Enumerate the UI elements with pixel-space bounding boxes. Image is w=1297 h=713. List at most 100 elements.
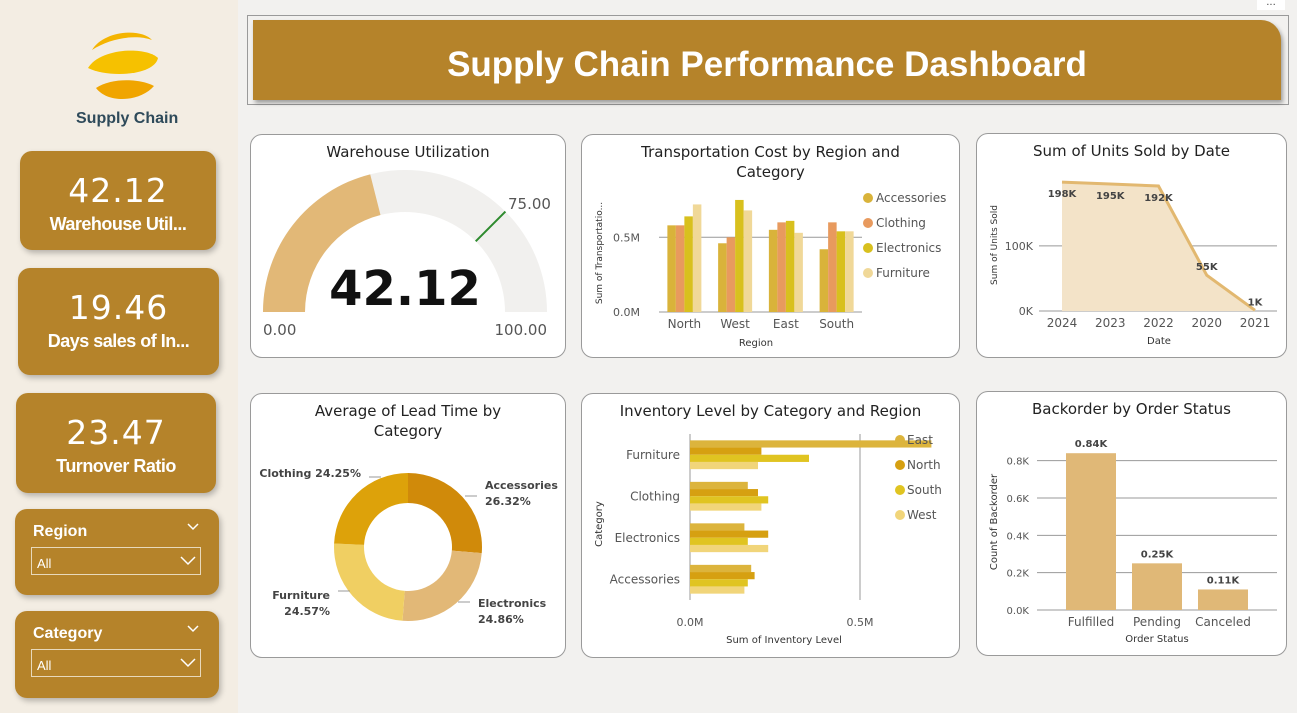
x-axis-title: Region [739, 338, 773, 349]
transportation-cost-card[interactable]: Transportation Cost by Region and Catego… [581, 134, 960, 358]
y-tick-label: Accessories [610, 572, 680, 586]
kpi-card-warehouse-utilization[interactable]: 42.12 Warehouse Util... [20, 151, 216, 250]
bar [836, 231, 846, 312]
data-label: 192K [1144, 193, 1174, 204]
gauge-min-label: 0.00 [263, 321, 296, 339]
kpi-value: 42.12 [68, 171, 168, 210]
donut-slice [334, 473, 408, 545]
bar [684, 216, 693, 312]
bar [828, 222, 837, 312]
kpi-card-turnover-ratio[interactable]: 23.47 Turnover Ratio [16, 393, 216, 493]
kpi-value: 19.46 [68, 288, 169, 327]
slice-label: Furniture [272, 589, 330, 602]
x-tick-label: Pending [1133, 615, 1181, 629]
bar [819, 249, 829, 312]
bar [735, 199, 744, 312]
backorder-chart: 0.0K 0.2K 0.4K 0.6K 0.8K 0.84K Fulfilled 0.25K P… [989, 439, 1277, 645]
x-tick-label: West [720, 317, 750, 331]
data-label: 0.11K [1207, 575, 1241, 586]
y-axis-title: Category [594, 501, 605, 547]
y-tick-label: 0.0M [613, 306, 640, 319]
bar [690, 530, 769, 538]
bar [690, 586, 745, 594]
more-options-icon[interactable]: ... [1257, 0, 1285, 10]
slice-percent: 26.32% [485, 495, 531, 508]
inventory-level-card[interactable]: Inventory Level by Category and Region 0… [581, 393, 960, 658]
lead-time-card[interactable]: Average of Lead Time by Category Accesso… [250, 393, 566, 658]
gauge-max-label: 100.00 [495, 321, 548, 339]
y-axis-title: Sum of Transportatio... [595, 202, 605, 304]
category-slicer: Category All [15, 611, 219, 698]
bar [690, 481, 748, 490]
header-banner: Supply Chain Performance Dashboard [253, 20, 1281, 100]
chevron-down-icon [180, 556, 196, 566]
data-label: 198K [1048, 189, 1078, 200]
legend-marker [863, 218, 873, 228]
chevron-down-icon[interactable] [187, 521, 199, 533]
x-tick-label: 0.5M [847, 616, 874, 629]
x-tick-label: 2020 [1191, 316, 1222, 330]
chevron-down-icon [180, 658, 196, 668]
slice-label: Clothing 24.25% [259, 467, 361, 480]
y-tick-label: Electronics [615, 531, 680, 545]
gauge-target-label: 75.00 [508, 195, 551, 213]
bar [690, 572, 755, 580]
x-tick-label: East [773, 317, 799, 331]
bar [690, 461, 758, 470]
logo-icon [88, 32, 158, 100]
transportation-cost-chart: 0.0M 0.5M North West East South Region Sum of T… [595, 191, 946, 349]
gauge-chart: 42.12 0.00 100.00 75.00 [263, 170, 551, 339]
page-title: Supply Chain Performance Dashboard [447, 45, 1087, 84]
legend-marker [863, 268, 873, 278]
donut-slice [334, 543, 405, 621]
data-label: 55K [1196, 262, 1219, 273]
x-axis-title: Order Status [1125, 634, 1188, 645]
region-slicer: Region All [15, 509, 219, 595]
bar [845, 231, 854, 312]
x-axis-title: Date [1147, 336, 1171, 347]
legend-marker [895, 510, 905, 520]
chevron-down-icon[interactable] [187, 623, 199, 635]
legend-label: Electronics [876, 241, 941, 255]
y-tick-label: 0.5M [613, 231, 640, 244]
x-tick-label: 0.0M [677, 616, 704, 629]
bar [690, 579, 748, 587]
bar [768, 229, 778, 312]
bar [690, 489, 758, 497]
units-sold-card[interactable]: Sum of Units Sold by Date 100K 0K 198K 2024… [976, 133, 1287, 358]
kpi-card-days-sales-inventory[interactable]: 19.46 Days sales of In... [18, 268, 219, 375]
y-axis-title: Sum of Units Sold [990, 205, 1000, 285]
y-tick-label: 100K [1005, 240, 1034, 253]
backorder-card[interactable]: Backorder by Order Status 0.0K 0.2K 0.4K 0.… [976, 391, 1287, 656]
warehouse-utilization-card[interactable]: Warehouse Utilization 42.12 0.00 100.00 75.… [250, 134, 566, 358]
y-tick-label: 0.2K [1007, 569, 1030, 580]
region-dropdown[interactable]: All [31, 547, 201, 575]
slice-percent: 24.86% [478, 613, 524, 626]
gauge-value: 42.12 [329, 261, 481, 317]
bar [1132, 563, 1182, 610]
slicer-title: Category [33, 625, 103, 642]
legend-label: East [907, 433, 933, 447]
legend-label: Accessories [876, 191, 946, 205]
kpi-value: 23.47 [66, 413, 166, 452]
x-tick-label: Canceled [1195, 615, 1251, 629]
bar [690, 447, 762, 455]
legend-label: Clothing [876, 216, 926, 230]
lead-time-donut-chart: Accessories 26.32% Electronics 24.86% Furnit… [259, 467, 558, 626]
inventory-level-chart: 0.0M 0.5M Furniture Clothing Electronics Acce… [594, 433, 942, 646]
legend-marker [863, 243, 873, 253]
legend-marker [895, 460, 905, 470]
bar [743, 210, 753, 312]
y-tick-label: 0.8K [1007, 457, 1030, 468]
x-tick-label: Fulfilled [1068, 615, 1114, 629]
x-tick-label: 2023 [1095, 316, 1126, 330]
data-label: 0.25K [1141, 549, 1175, 560]
legend-marker [863, 193, 873, 203]
bar [690, 503, 762, 511]
legend-label: South [907, 483, 942, 497]
data-label: 0.84K [1075, 439, 1109, 450]
category-dropdown[interactable]: All [31, 649, 201, 677]
bar [690, 537, 748, 545]
bar [690, 440, 932, 448]
bar [1066, 453, 1116, 610]
